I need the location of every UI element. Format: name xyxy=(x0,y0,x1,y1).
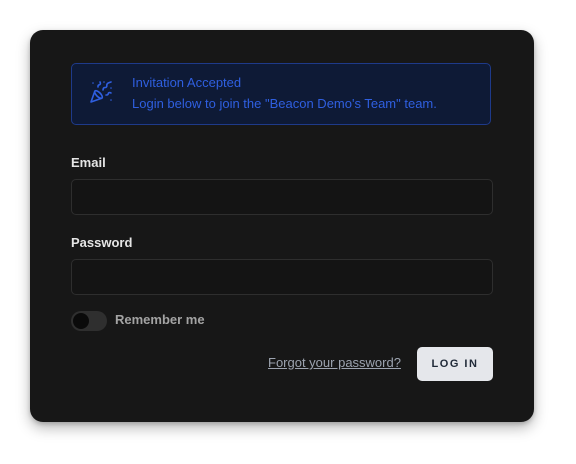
party-popper-icon xyxy=(89,80,113,104)
alert-title: Invitation Accepted xyxy=(132,75,242,90)
remember-me-toggle[interactable] xyxy=(71,311,107,331)
invitation-alert: Invitation Accepted Login below to join … xyxy=(71,63,491,125)
remember-me-label: Remember me xyxy=(115,312,205,327)
password-label: Password xyxy=(71,235,133,250)
toggle-knob xyxy=(73,313,89,329)
login-button[interactable]: LOG IN xyxy=(417,347,493,381)
alert-message: Login below to join the "Beacon Demo's T… xyxy=(132,96,437,111)
password-field[interactable] xyxy=(71,259,493,295)
email-field[interactable] xyxy=(71,179,493,215)
email-label: Email xyxy=(71,155,106,170)
forgot-password-link[interactable]: Forgot your password? xyxy=(268,355,401,370)
login-card: Invitation Accepted Login below to join … xyxy=(30,30,534,422)
